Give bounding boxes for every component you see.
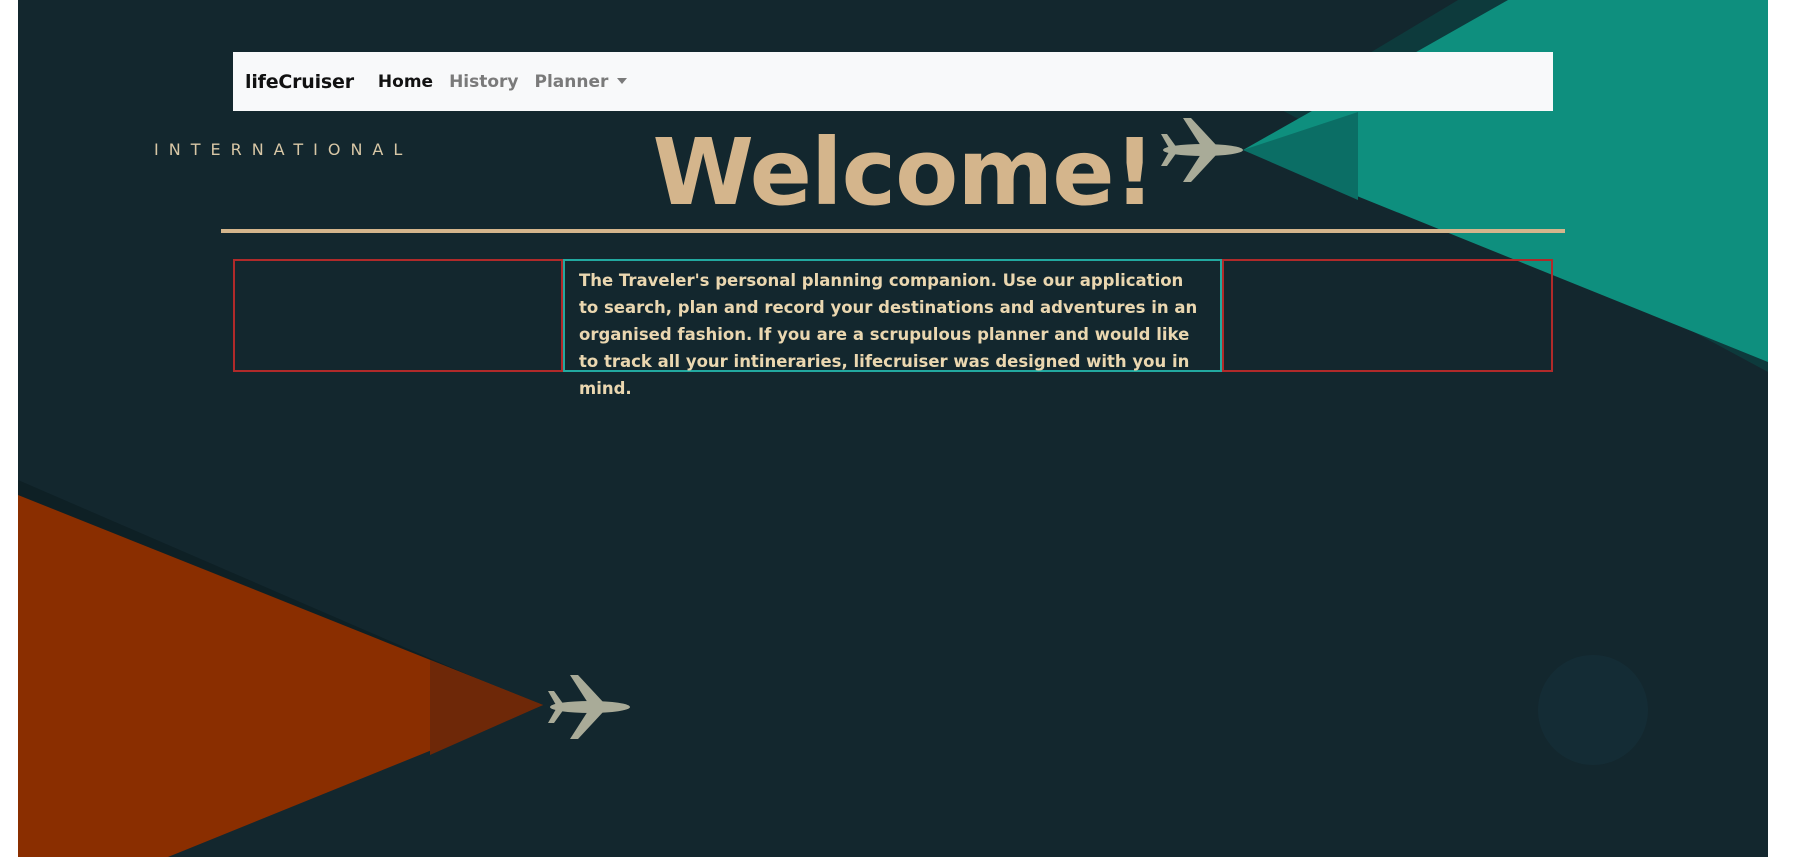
- nav-home-link[interactable]: Home: [378, 72, 433, 92]
- intro-box: The Traveler's personal planning compani…: [563, 259, 1222, 398]
- faint-circle-shape: [1538, 655, 1648, 765]
- brand-logo[interactable]: lifeCruiser: [245, 71, 354, 93]
- chevron-down-icon: [617, 77, 628, 84]
- navbar: lifeCruiser Home History Planner: [233, 52, 1553, 111]
- left-column-box: [233, 259, 563, 372]
- nav-planner-label: Planner: [534, 71, 609, 92]
- orange-fold-shape: [430, 660, 543, 755]
- nav-history-link[interactable]: History: [449, 72, 518, 92]
- title-divider: [221, 229, 1565, 233]
- intro-text: The Traveler's personal planning compani…: [579, 271, 1198, 398]
- right-column-box: [1222, 259, 1553, 372]
- page-title: Welcome!: [652, 119, 1155, 226]
- nav-planner-dropdown[interactable]: Planner: [535, 72, 628, 92]
- airplane-icon: [548, 675, 630, 739]
